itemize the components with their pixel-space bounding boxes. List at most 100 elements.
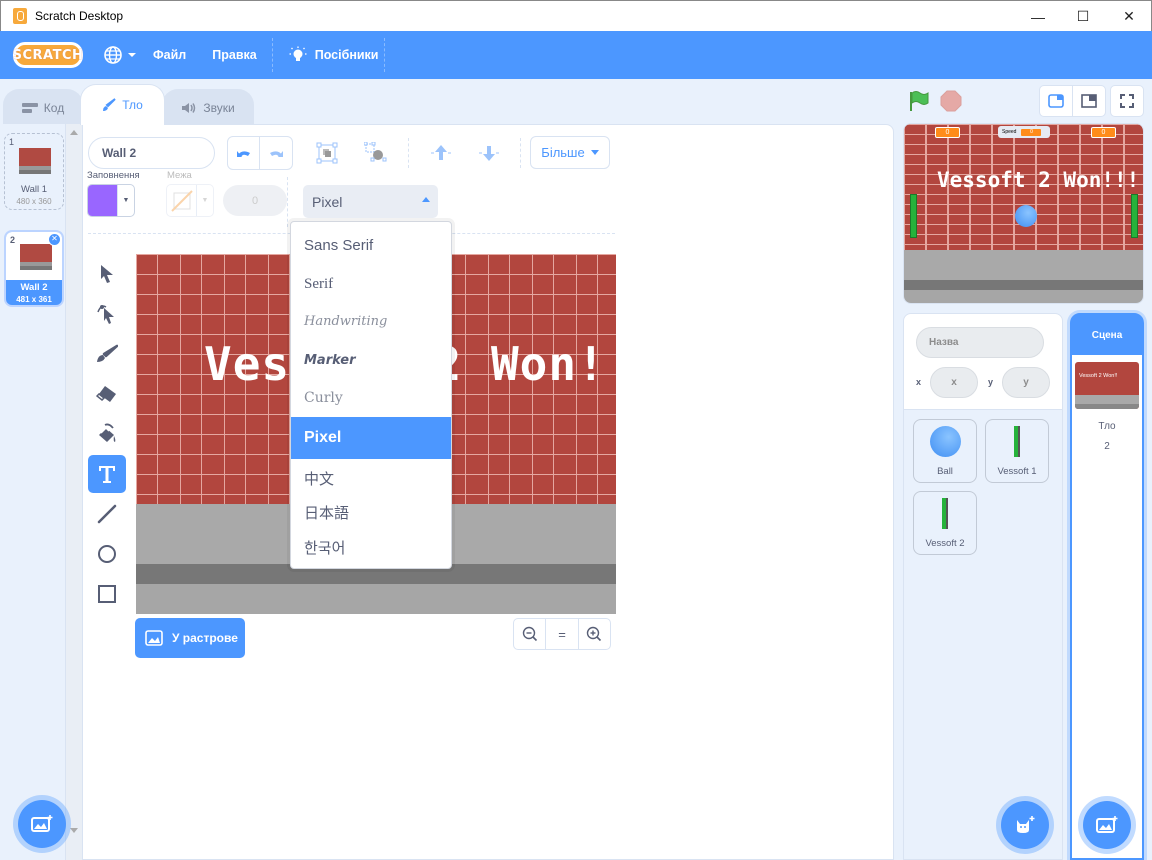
font-option-korean[interactable]: 한국어 (291, 527, 451, 567)
fill-label: Заповнення (87, 170, 140, 181)
sprite-tile[interactable]: Ball (913, 419, 977, 483)
stage-canvas[interactable]: 0 Speed 0 0 Vessoft 2 Won!!! (903, 123, 1144, 304)
ball-sprite (1015, 205, 1037, 227)
ball-thumbnail (930, 426, 961, 457)
minimize-button[interactable]: — (1015, 1, 1061, 32)
scroll-down-arrow[interactable] (70, 828, 78, 833)
zoom-reset-button[interactable]: = (546, 619, 579, 649)
rectangle-tool[interactable] (88, 575, 126, 613)
costume-name-input[interactable]: Wall 2 (88, 137, 215, 169)
arrow-down-icon (479, 146, 499, 161)
reshape-icon (97, 305, 114, 324)
costume-item-selected[interactable]: 2 ✕ Wall 2 481 x 361 (4, 230, 64, 307)
y-input[interactable]: y (1002, 367, 1050, 398)
small-stage-icon (1048, 94, 1064, 108)
stage-target-pane[interactable]: Сцена Vessoft 2 Won!! Тло 2 (1070, 313, 1144, 860)
sprite-tile[interactable]: Vessoft 1 (985, 419, 1049, 483)
arrow-cursor-icon (101, 265, 113, 283)
maximize-icon: ☐ (1076, 8, 1090, 24)
fill-color-picker[interactable]: ▼ (87, 184, 135, 217)
group-icon (316, 142, 338, 164)
green-flag-button[interactable] (908, 90, 930, 117)
ungroup-icon (364, 142, 387, 162)
sprite-tile[interactable]: Vessoft 2 (913, 491, 977, 555)
choose-sprite-button[interactable] (1001, 801, 1049, 849)
font-option-pixel[interactable]: Pixel (291, 417, 451, 459)
eraser-tool[interactable] (88, 375, 126, 413)
font-option-handwriting[interactable]: Handwriting (291, 301, 451, 341)
toolbar-divider (287, 177, 288, 227)
ungroup-button[interactable] (361, 138, 391, 168)
backward-button[interactable] (474, 138, 504, 168)
large-stage-button[interactable] (1072, 85, 1106, 117)
delete-costume-button[interactable]: ✕ (48, 233, 61, 246)
edit-menu[interactable]: Правка (212, 31, 256, 79)
globe-icon (104, 46, 122, 64)
circle-tool[interactable] (88, 535, 126, 573)
close-button[interactable]: ✕ (1106, 1, 1152, 32)
tab-code[interactable]: Код (3, 89, 83, 125)
scroll-up-arrow[interactable] (70, 130, 78, 135)
y-label: y (988, 377, 994, 387)
add-backdrop-icon (31, 815, 53, 832)
sprite-name-input[interactable]: Назва (916, 327, 1044, 358)
backdrop-thumbnail: Vessoft 2 Won!! (1075, 362, 1139, 409)
choose-backdrop-button[interactable] (18, 800, 66, 848)
equals-icon: = (558, 626, 566, 642)
font-dropdown[interactable]: Pixel (303, 185, 438, 218)
paddle-thumbnail (942, 498, 948, 529)
more-label: Більше (541, 145, 585, 160)
paint-bucket-icon (99, 423, 116, 442)
language-menu[interactable] (103, 31, 137, 79)
sprite-name: Vessoft 1 (997, 466, 1037, 477)
zoom-controls: = (513, 618, 611, 650)
maximize-button[interactable]: ☐ (1060, 1, 1106, 32)
sprite-info-panel: Назва x x y y (903, 313, 1063, 410)
costume-thumbnail (20, 244, 52, 270)
tab-backdrops[interactable]: Тло (80, 84, 165, 125)
x-input[interactable]: x (930, 367, 978, 398)
add-sprite-icon (1017, 816, 1035, 833)
zoom-out-icon (522, 626, 537, 642)
stop-button[interactable] (940, 90, 962, 117)
tutorials-menu[interactable]: Посібники (289, 31, 379, 79)
tab-sounds[interactable]: Звуки (162, 89, 254, 125)
forward-button[interactable] (426, 138, 456, 168)
scratch-logo[interactable]: SCRATCH (13, 42, 83, 68)
small-stage-button[interactable] (1039, 85, 1073, 117)
file-menu[interactable]: Файл (153, 31, 186, 79)
line-tool[interactable] (88, 495, 126, 533)
redo-button[interactable] (260, 137, 292, 169)
outline-color-picker[interactable]: ▼ (166, 184, 214, 217)
fullscreen-button[interactable] (1110, 85, 1144, 117)
fill-tool[interactable] (88, 415, 126, 453)
font-option-serif[interactable]: Serif (291, 264, 451, 304)
group-button[interactable] (312, 138, 342, 168)
more-button[interactable]: Більше (530, 136, 610, 169)
costume-list-scrollbar[interactable] (66, 124, 82, 860)
reshape-tool[interactable] (88, 295, 126, 333)
font-option-sans-serif[interactable]: Sans Serif (291, 225, 451, 265)
undo-button[interactable] (228, 137, 260, 169)
zoom-out-button[interactable] (514, 619, 547, 649)
font-option-curly[interactable]: Curly (291, 378, 451, 418)
fullscreen-icon (1120, 94, 1134, 108)
font-option-marker[interactable]: Marker (291, 340, 451, 380)
convert-to-bitmap-button[interactable]: У растрове (135, 618, 245, 658)
brush-tool[interactable] (88, 335, 126, 373)
speed-label: Speed (1002, 129, 1017, 135)
speed-value: 0 (1021, 128, 1042, 136)
zoom-in-button[interactable] (579, 619, 610, 649)
font-option-japanese[interactable]: 日本語 (291, 492, 451, 532)
sprite-list: Ball Vessoft 1 Vessoft 2 (903, 410, 1063, 860)
choose-backdrop-stage-button[interactable] (1083, 801, 1131, 849)
thumb-text: Vessoft 2 Won!! (1079, 373, 1118, 379)
text-tool[interactable] (88, 455, 126, 493)
outline-width-input[interactable]: 0 (223, 185, 287, 216)
costume-index: 2 (10, 235, 16, 245)
thumb-curb (1075, 404, 1139, 409)
select-tool[interactable] (88, 255, 126, 293)
font-dropdown-value: Pixel (312, 193, 343, 210)
app-icon (13, 8, 27, 24)
costume-item[interactable]: 1 Wall 1 480 x 360 (4, 133, 64, 210)
